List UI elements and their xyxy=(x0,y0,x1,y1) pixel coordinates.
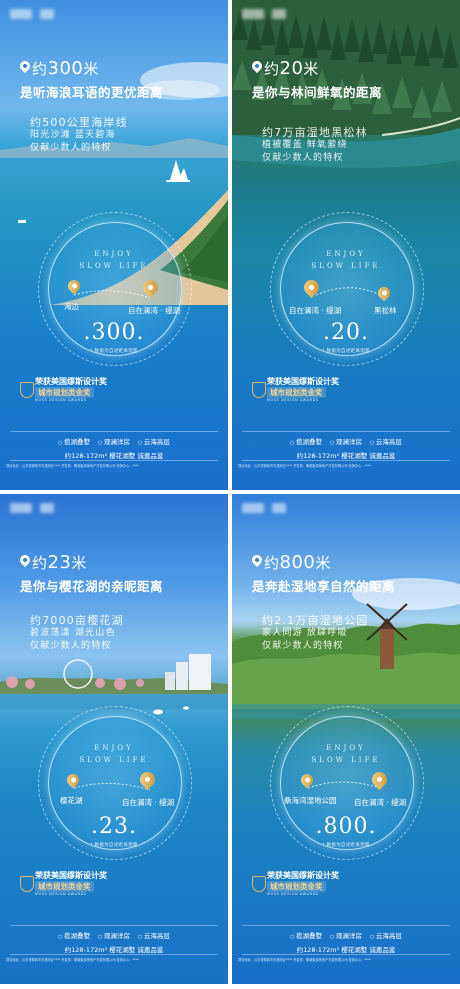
award-title: 荣获美国缪斯设计奖 xyxy=(35,871,107,880)
product-tag: 云海高层 xyxy=(370,436,402,446)
distance-number: .20. xyxy=(323,320,369,345)
divider xyxy=(10,925,218,926)
product-spec: 约128-172m² 樱花湖墅 诚邀品鉴 xyxy=(64,452,164,460)
location-label: 桑海湾湿地公园 xyxy=(284,796,337,805)
award-title: 荣获美国缪斯设计奖 xyxy=(267,377,339,386)
award-english: MUSE DESIGN AWARDS xyxy=(35,892,87,896)
product-spec: 约128-172m² 樱花湖墅 诚邀品鉴 xyxy=(296,946,396,954)
route-line xyxy=(73,783,151,791)
location-label: 海边 xyxy=(64,302,79,311)
award-english: MUSE DESIGN AWARDS xyxy=(35,398,87,402)
location-label: 自在澜湾 · 缦湖 xyxy=(354,798,407,807)
distance-number: .300. xyxy=(83,320,145,345)
product-tag: 云海高层 xyxy=(370,930,402,940)
location-label: 自在澜湾 · 缦湖 xyxy=(122,798,175,807)
product-spec: 约128-172m² 樱花湖墅 诚邀品鉴 xyxy=(64,946,164,954)
award-category: 城市规划类金奖 xyxy=(35,387,94,398)
fine-print: 项目地址：山东省聊城市东昌府区**** 开发商：聊城聚源房地产开发有限公司 营销… xyxy=(6,464,139,468)
divider xyxy=(10,954,218,955)
divider xyxy=(10,460,218,461)
location-label: 樱花湖 xyxy=(60,796,83,805)
route-line xyxy=(307,781,381,789)
poster-seaside: 约300米 是听海浪耳语的更优距离 约500公里海岸线 阳光沙滩 蓝天碧海 仅献… xyxy=(0,0,228,490)
divider xyxy=(242,954,450,955)
product-tag: 云海高层 xyxy=(138,436,170,446)
distance-number: .800. xyxy=(315,814,377,839)
product-tag: 揽湖叠墅 xyxy=(58,436,90,446)
product-tag: 观澜洋房 xyxy=(330,930,362,940)
divider xyxy=(10,431,218,432)
fine-print: 项目地址：山东省聊城市东昌府区**** 开发商：聊城聚源房地产开发有限公司 营销… xyxy=(238,958,371,962)
divider xyxy=(242,460,450,461)
award-title: 荣获美国缪斯设计奖 xyxy=(35,377,107,386)
product-tag: 观澜洋房 xyxy=(98,436,130,446)
poster-wetland: 约800米 是奔赴湿地享自然的距离 约2.1万亩湿地公园 家人同游 放肆呼吸 仅… xyxy=(232,494,460,984)
location-label: 自在澜湾 · 缦湖 xyxy=(289,306,342,315)
distance-note: * 数据为自述距离测量 xyxy=(90,349,138,354)
product-spec: 约128-172m² 樱花湖墅 诚邀品鉴 xyxy=(296,452,396,460)
award-category: 城市规划类金奖 xyxy=(35,881,94,892)
product-tag: 揽湖叠墅 xyxy=(58,930,90,940)
award-emblem-icon xyxy=(20,382,34,398)
product-tags: 揽湖叠墅 观澜洋房 云海高层 xyxy=(0,930,228,940)
award-emblem-icon xyxy=(252,382,266,398)
product-tag: 揽湖叠墅 xyxy=(290,436,322,446)
poster-forest: 约20米 是你与林间鲜氧的距离 约7万亩湿地黑松林 植被覆盖 鲜氧萦绕 仅献少数… xyxy=(232,0,460,490)
award-english: MUSE DESIGN AWARDS xyxy=(267,398,319,402)
product-tag: 观澜洋房 xyxy=(98,930,130,940)
distance-note: * 数据为自述距离测量 xyxy=(90,843,138,848)
fine-print: 项目地址：山东省聊城市东昌府区**** 开发商：聊城聚源房地产开发有限公司 营销… xyxy=(6,958,139,962)
fine-print: 项目地址：山东省聊城市东昌府区**** 开发商：聊城聚源房地产开发有限公司 营销… xyxy=(238,464,371,468)
route-line xyxy=(73,290,151,299)
distance-number: .23. xyxy=(91,814,137,839)
divider xyxy=(242,431,450,432)
distance-note: * 数据为自述距离测量 xyxy=(322,843,370,848)
award-category: 城市规划类金奖 xyxy=(267,387,326,398)
location-label: 黑松林 xyxy=(374,306,397,315)
award-english: MUSE DESIGN AWARDS xyxy=(267,892,319,896)
award-emblem-icon xyxy=(20,876,34,892)
product-tag: 揽湖叠墅 xyxy=(290,930,322,940)
location-label: 自在澜湾 · 缦湖 xyxy=(128,306,181,315)
award-category: 城市规划类金奖 xyxy=(267,881,326,892)
product-tags: 揽湖叠墅 观澜洋房 云海高层 xyxy=(232,930,460,940)
distance-note: * 数据为自述距离测量 xyxy=(322,349,370,354)
product-tags: 揽湖叠墅 观澜洋房 云海高层 xyxy=(232,436,460,446)
route-line xyxy=(315,287,383,297)
product-tag: 观澜洋房 xyxy=(330,436,362,446)
poster-sakura-lake: 约23米 是你与樱花湖的亲昵距离 约7000亩樱花湖 碧波荡漾 湖光山色 仅献少… xyxy=(0,494,228,984)
product-tags: 揽湖叠墅 观澜洋房 云海高层 xyxy=(0,436,228,446)
product-tag: 云海高层 xyxy=(138,930,170,940)
divider xyxy=(242,925,450,926)
award-emblem-icon xyxy=(252,876,266,892)
award-title: 荣获美国缪斯设计奖 xyxy=(267,871,339,880)
